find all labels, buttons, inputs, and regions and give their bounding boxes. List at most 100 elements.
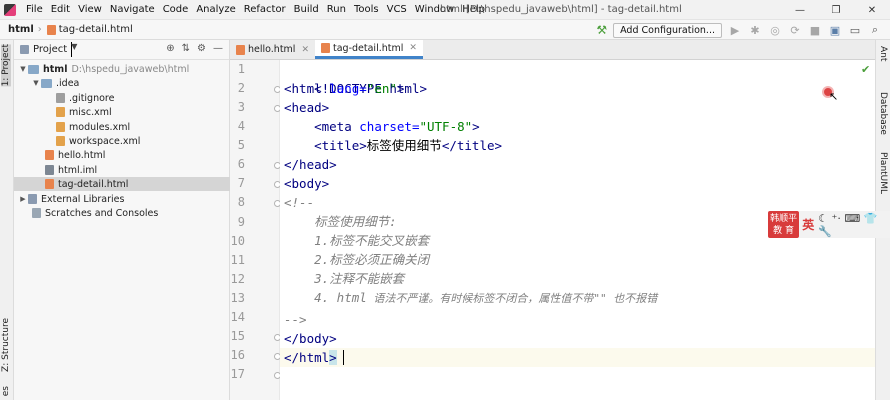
hide-panel-icon[interactable]: — (213, 43, 223, 54)
search-icon[interactable]: ⌕ (868, 23, 882, 37)
project-tool-tab[interactable]: 1: Project (1, 44, 11, 87)
line-number: 15 (230, 329, 245, 343)
coverage-icon[interactable]: ◎ (768, 24, 782, 37)
tree-item-scratches[interactable]: Scratches and Consoles (14, 206, 230, 220)
tab-tag-detail-html[interactable]: tag-detail.html ✕ (315, 40, 423, 59)
project-structure-icon[interactable]: ▣ (828, 24, 842, 37)
close-tab-icon[interactable]: ✕ (409, 43, 417, 53)
current-line-highlight (280, 348, 875, 367)
tree-item-html-root[interactable]: ▼ html D:\hspedu_javaweb\html (14, 62, 230, 76)
code-token: <meta (314, 119, 360, 134)
gear-icon[interactable]: ⚙ (197, 43, 206, 54)
tree-item-workspace-xml[interactable]: workspace.xml (14, 134, 230, 148)
project-panel: Project ▼ ⊕ ⇅ ⚙ — ▼ html D:\hspedu_javaw… (14, 40, 230, 400)
ime-extra-icons[interactable]: ☾ ⁺· ⌨ 👕 🔧 (818, 212, 887, 238)
code-token: 2.标签必须正确关闭 (314, 252, 430, 267)
line-number: 8 (237, 195, 245, 209)
tree-item-label: tag-detail.html (58, 178, 129, 190)
tab-label: hello.html (248, 44, 296, 55)
menu-run[interactable]: Run (323, 4, 350, 15)
tree-item-hello-html[interactable]: hello.html (14, 148, 230, 162)
chevron-down-icon[interactable]: ▼ (31, 79, 41, 87)
breadcrumb-project[interactable]: html (0, 24, 34, 35)
line-number: 17 (230, 367, 245, 381)
xml-file-icon (56, 136, 65, 146)
code-line-16: </body> (284, 329, 337, 348)
line-number: 4 (237, 119, 245, 133)
menu-view[interactable]: View (74, 4, 106, 15)
left-tool-strip: 1: Project Z: Structure es (0, 40, 14, 400)
tree-item-html-iml[interactable]: html.iml (14, 163, 230, 177)
close-icon[interactable]: ✕ (854, 0, 890, 20)
tree-item-modules-xml[interactable]: modules.xml (14, 120, 230, 134)
line-number: 3 (237, 100, 245, 114)
inspection-ok-check-icon[interactable]: ✔ (861, 63, 870, 76)
plantuml-tool-tab[interactable]: PlantUML (878, 152, 888, 194)
line-number: 11 (230, 253, 245, 267)
menu-refactor[interactable]: Refactor (240, 4, 290, 15)
code-token: 3.注释不能嵌套 (314, 271, 405, 286)
menu-build[interactable]: Build (290, 4, 323, 15)
collapse-all-icon[interactable]: ⇅ (182, 43, 190, 54)
ime-language-toggle[interactable]: 英 (802, 216, 814, 233)
gitignore-file-icon (56, 93, 65, 103)
chevron-down-icon[interactable]: ▼ (18, 65, 28, 73)
profile-icon[interactable]: ⟳ (788, 24, 802, 37)
code-token: </body> (284, 331, 337, 346)
menu-vcs[interactable]: VCS (383, 4, 411, 15)
tree-item-gitignore[interactable]: .gitignore (14, 91, 230, 105)
tree-item-label: .gitignore (69, 92, 115, 104)
code-line-7: <body> (284, 174, 329, 193)
run-icon[interactable]: ▶ (728, 24, 742, 37)
stop-icon[interactable]: ■ (808, 24, 822, 37)
tree-item-label: hello.html (58, 149, 106, 161)
navigation-bar: html › tag-detail.html ⚒ Add Configurati… (0, 20, 890, 40)
line-number: 5 (237, 138, 245, 152)
locate-target-icon[interactable]: ⊕ (166, 43, 174, 54)
menu-file[interactable]: File (22, 4, 47, 15)
folder-icon (41, 78, 52, 88)
tree-item-tag-detail-html[interactable]: tag-detail.html (14, 177, 230, 191)
structure-tool-tab[interactable]: Z: Structure (1, 318, 11, 372)
chevron-right-icon[interactable]: ▶ (18, 195, 28, 203)
line-number: 13 (230, 291, 245, 305)
tree-item-misc-xml[interactable]: misc.xml (14, 105, 230, 119)
tree-item-external-libraries[interactable]: ▶ External Libraries (14, 192, 230, 206)
html-file-icon (236, 44, 245, 55)
maximize-icon[interactable]: ❐ (818, 0, 854, 20)
tree-item-path: D:\hspedu_javaweb\html (71, 63, 190, 75)
add-configuration-button[interactable]: Add Configuration... (613, 22, 722, 38)
chevron-down-icon[interactable]: ▼ (71, 42, 77, 57)
menu-edit[interactable]: Edit (47, 4, 74, 15)
minimize-icon[interactable]: — (782, 0, 818, 20)
line-number-gutter: 1 2 3 4 5 6 7 8 9 10 11 12 13 14 15 16 1… (230, 60, 281, 400)
line-number: 6 (237, 157, 245, 171)
tab-hello-html[interactable]: hello.html ✕ (230, 40, 315, 59)
breadcrumb-file[interactable]: tag-detail.html (59, 24, 133, 35)
layout-icon[interactable]: ▭ (848, 24, 862, 37)
tree-item-label: External Libraries (41, 193, 125, 205)
menu-analyze[interactable]: Analyze (192, 4, 239, 15)
code-token: lang= (329, 81, 367, 96)
code-token: 1.标签不能交叉嵌套 (314, 233, 430, 248)
build-hammer-icon[interactable]: ⚒ (596, 23, 607, 37)
line-number: 10 (230, 234, 245, 248)
menu-navigate[interactable]: Navigate (106, 4, 159, 15)
input-method-toolbar[interactable]: 韩顺平 教 育 英 ☾ ⁺· ⌨ 👕 🔧 (768, 211, 890, 238)
ant-tool-tab[interactable]: Ant (878, 46, 888, 61)
tree-item-idea[interactable]: ▼ .idea (14, 76, 230, 90)
html-file-icon (321, 43, 330, 53)
hanshunping-logo: 韩顺平 教 育 (768, 211, 800, 238)
code-token: --> (284, 312, 307, 327)
code-token: </html (284, 350, 330, 365)
debug-icon[interactable]: ✱ (748, 24, 762, 37)
favorites-tool-tab[interactable]: es (1, 386, 11, 396)
code-line-13: 4. html 语法不严谨。有时候标签不闭合，属性值不带"" 也不报错 (284, 288, 657, 307)
menu-code[interactable]: Code (159, 4, 193, 15)
database-tool-tab[interactable]: Database (878, 92, 888, 135)
project-panel-title[interactable]: Project (33, 44, 67, 55)
code-token: > (472, 119, 480, 134)
close-tab-icon[interactable]: ✕ (301, 45, 309, 55)
menu-tools[interactable]: Tools (350, 4, 383, 15)
scratches-icon (32, 208, 41, 218)
